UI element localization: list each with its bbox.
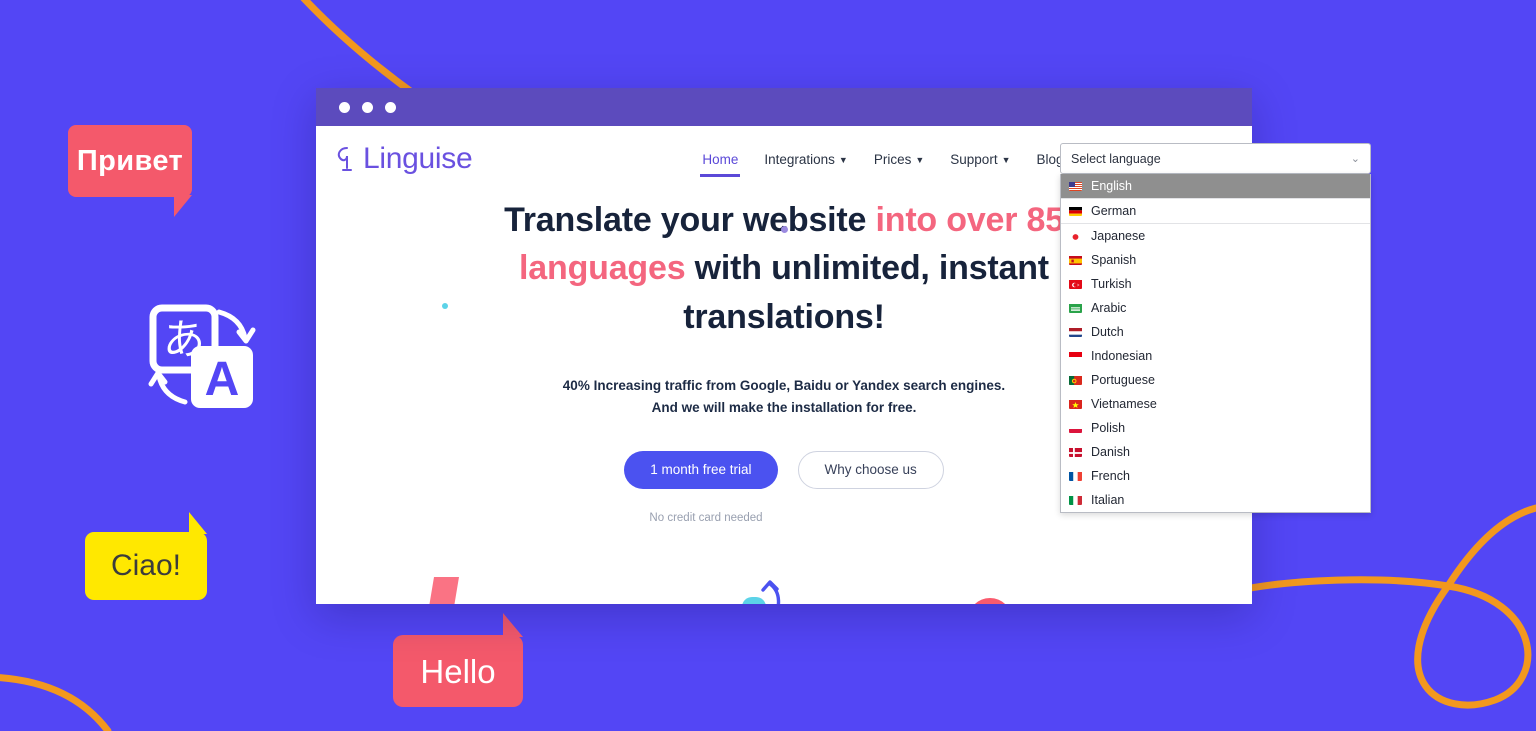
bubble-label: Hello [420,652,496,690]
hero-headline: Translate your website into over 85 lang… [464,196,1104,341]
flag-icon-pl [1069,423,1082,433]
language-option-label: Turkish [1091,277,1132,291]
language-option-polish[interactable]: Polish [1061,416,1370,440]
nav-item-home[interactable]: Home [700,151,741,177]
language-option-danish[interactable]: Danish [1061,440,1370,464]
speech-bubble-privet: Привет [68,125,192,217]
language-option-label: Japanese [1091,229,1146,243]
window-close-dot-icon[interactable] [339,101,350,113]
language-select-placeholder: Select language [1071,151,1161,166]
language-option-label: Dutch [1091,325,1124,339]
flag-icon-jp [1069,231,1082,241]
chevron-down-icon: ▼ [915,154,925,165]
language-option-italian[interactable]: Italian [1061,488,1370,512]
language-option-label: Indonesian [1091,349,1153,363]
window-maximize-dot-icon[interactable] [385,101,396,113]
decor-pink-parallelogram [429,577,459,604]
language-option-label: Italian [1091,493,1125,507]
nav-item-integrations[interactable]: Integrations ▼ [764,152,847,167]
language-option-portuguese[interactable]: Portuguese [1061,368,1370,392]
nav-item-support[interactable]: Support ▼ [950,152,1010,167]
nav-item-label: Prices [873,151,912,167]
decor-pie-shape [974,598,1006,604]
language-select-box[interactable]: Select language ⌄ [1060,143,1371,174]
linguise-mark-icon [337,147,352,171]
flag-icon-vn [1069,399,1082,409]
language-option-label: French [1091,469,1130,483]
nav-item-label: Integrations [764,151,835,167]
flag-icon-it [1069,495,1082,505]
flag-icon-es [1069,255,1082,265]
language-option-japanese[interactable]: Japanese [1061,224,1370,248]
speech-bubble-ciao: Ciao! [85,512,207,600]
chevron-down-icon: ⌄ [1350,153,1360,165]
language-option-vietnamese[interactable]: Vietnamese [1061,392,1370,416]
language-option-dutch[interactable]: Dutch [1061,320,1370,344]
orange-swoosh-right [1444,504,1536,590]
flag-icon-nl [1069,327,1082,337]
flag-icon-id [1069,351,1082,361]
nav-item-label: Home [702,151,739,167]
site-nav-links: Home Integrations ▼ Prices ▼ Support ▼ B… [700,151,1076,177]
language-option-label: Arabic [1091,301,1127,315]
language-option-french[interactable]: French [1061,464,1370,488]
headline-part-1: Translate your website [504,201,876,239]
nav-item-label: Support [950,151,998,167]
language-option-label: Vietnamese [1091,397,1157,411]
no-credit-card-note: No credit card needed [649,511,763,524]
language-option-label: English [1091,179,1132,193]
free-trial-button[interactable]: 1 month free trial [624,450,778,489]
language-option-label: Polish [1091,421,1126,435]
language-option-indonesian[interactable]: Indonesian [1061,344,1370,368]
browser-titlebar [316,88,1252,126]
bubble-label: Ciao! [110,549,182,582]
flag-icon-dk [1069,447,1082,457]
logo-text: Linguise [363,142,473,175]
site-logo[interactable]: Linguise [334,142,473,176]
translate-icon-target-glyph: A [205,353,240,406]
why-choose-us-button[interactable]: Why choose us [797,450,944,489]
decor-dot-cyan [442,303,448,309]
language-option-german[interactable]: German [1061,198,1370,224]
nav-item-prices[interactable]: Prices ▼ [874,152,924,167]
flag-icon-fr [1069,471,1082,481]
language-option-label: Danish [1091,445,1130,459]
language-option-spanish[interactable]: Spanish [1061,248,1370,272]
language-option-label: German [1091,204,1137,218]
language-option-label: Spanish [1091,253,1137,267]
window-minimize-dot-icon[interactable] [362,101,373,113]
flag-icon-de [1069,206,1082,216]
bubble-tail [503,613,523,637]
language-option-turkish[interactable]: Turkish [1061,272,1370,296]
language-options-list[interactable]: English German Japanese Spanish Turkish Arabi… [1060,174,1371,513]
chevron-down-icon: ▼ [838,154,848,165]
language-option-label: Portuguese [1091,373,1155,387]
speech-bubble-hello: Hello [393,613,523,707]
headline-part-2: with unlimited, instant translations! [683,249,1049,336]
bubble-tail [174,195,192,217]
bubble-tail [189,512,207,534]
language-option-english[interactable]: English [1061,174,1370,198]
decor-dot-purple [781,226,788,233]
chevron-down-icon: ▼ [1001,154,1011,165]
flag-icon-tr [1069,279,1082,289]
language-option-arabic[interactable]: Arabic [1061,296,1370,320]
translate-icon: あ A [148,304,256,408]
orange-arc-bottom-left [0,674,112,731]
language-selector-widget: Select language ⌄ English German Japanese S… [1060,143,1371,513]
orange-loop-right [1236,576,1532,709]
flag-icon-sa [1069,303,1082,313]
bubble-label: Привет [76,144,184,177]
flag-icon-us [1069,181,1082,191]
flag-icon-pt [1069,375,1082,385]
